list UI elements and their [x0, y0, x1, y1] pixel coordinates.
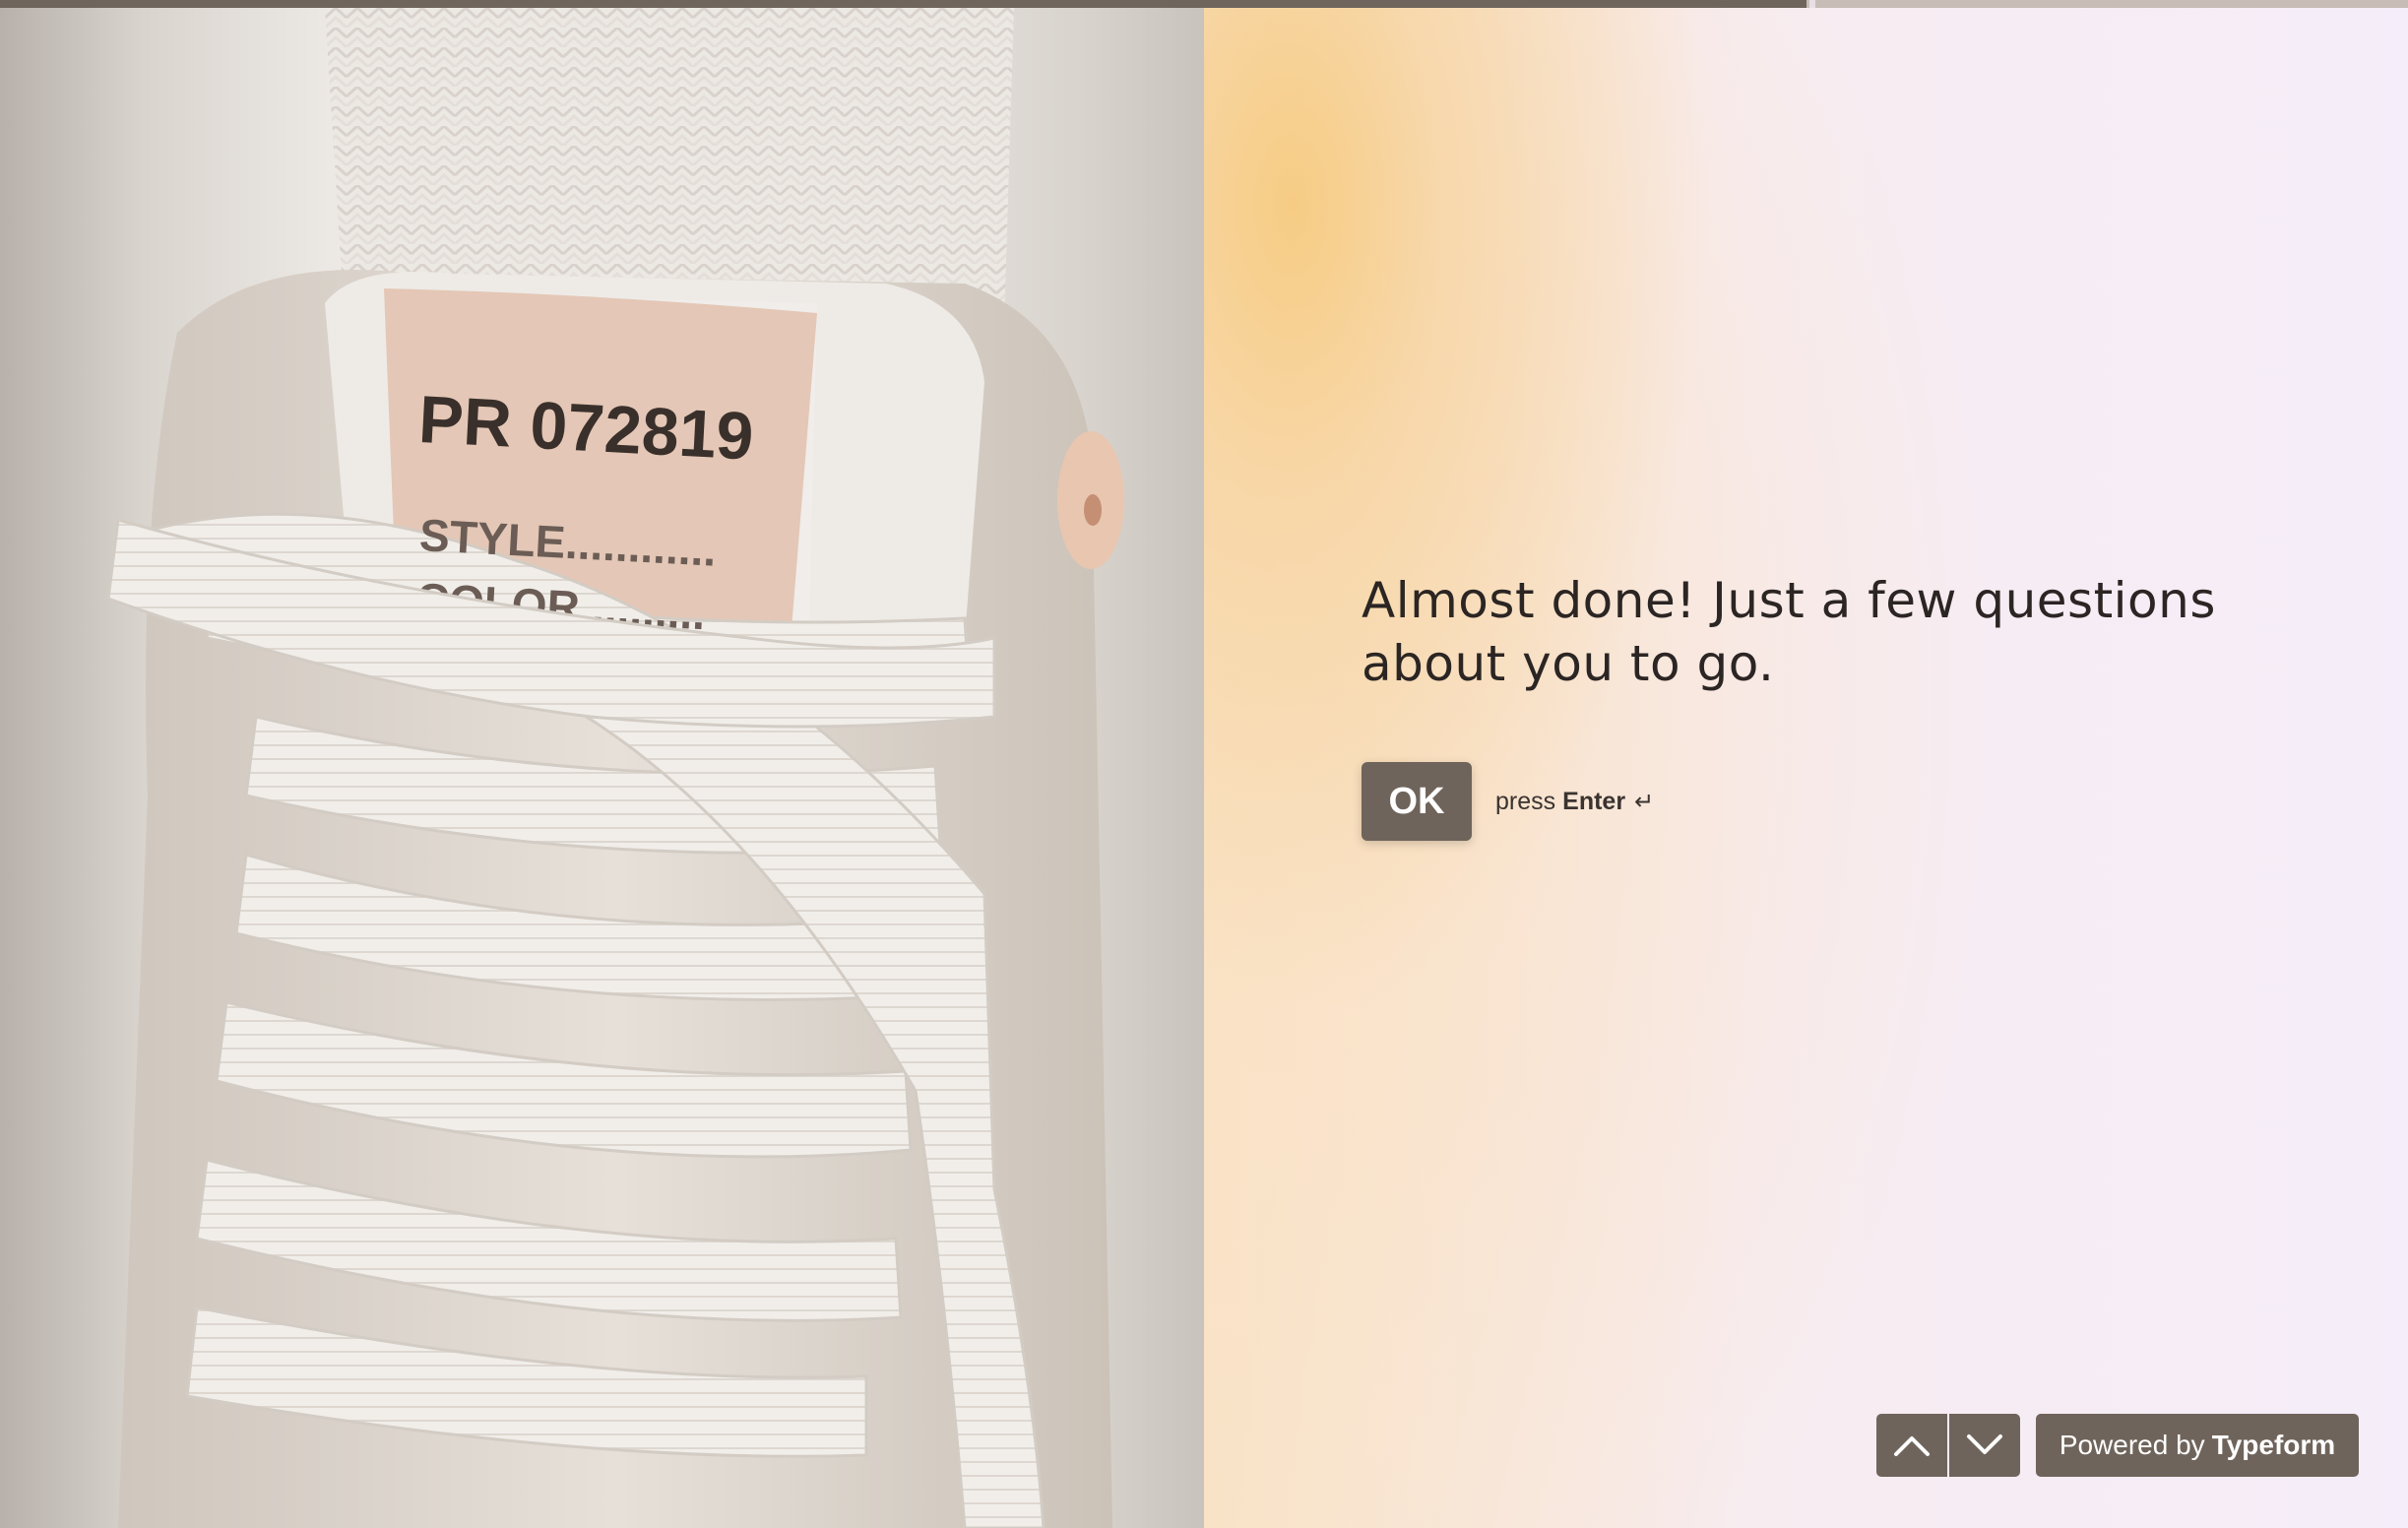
previous-question-button[interactable]	[1876, 1414, 1947, 1477]
ok-button[interactable]: OK	[1362, 762, 1472, 841]
powered-by-prefix: Powered by	[2059, 1430, 2205, 1460]
sneaker-illustration: PR 072819 STYLE............ COLOR.......…	[106, 8, 1124, 1528]
hint-key: Enter	[1562, 787, 1626, 815]
question-line-2: about you to go.	[1362, 635, 1775, 692]
powered-by-typeform-link[interactable]: Powered by Typeform	[2036, 1414, 2359, 1477]
progress-divider	[1809, 0, 1815, 8]
ok-row: OK press Enter ↵	[1362, 762, 1654, 841]
enter-key-icon: ↵	[1634, 788, 1655, 815]
progress-bar-fill	[0, 0, 1806, 8]
chevron-down-icon	[1967, 1434, 2002, 1454]
next-question-button[interactable]	[1949, 1414, 2020, 1477]
question-text: Almost done! Just a few questions about …	[1362, 569, 2248, 695]
question-line-1: Almost done! Just a few questions	[1362, 572, 2216, 629]
sneaker-photo: PR 072819 STYLE............ COLOR.......…	[0, 8, 1204, 1528]
question-pane: Almost done! Just a few questions about …	[1204, 8, 2408, 1528]
typeform-brand: Typeform	[2211, 1430, 2336, 1460]
enter-hint: press Enter ↵	[1495, 788, 1654, 816]
navigation-controls	[1876, 1414, 2020, 1477]
chevron-up-icon	[1894, 1436, 1930, 1456]
hint-prefix: press	[1495, 787, 1556, 815]
progress-bar	[0, 0, 2408, 8]
